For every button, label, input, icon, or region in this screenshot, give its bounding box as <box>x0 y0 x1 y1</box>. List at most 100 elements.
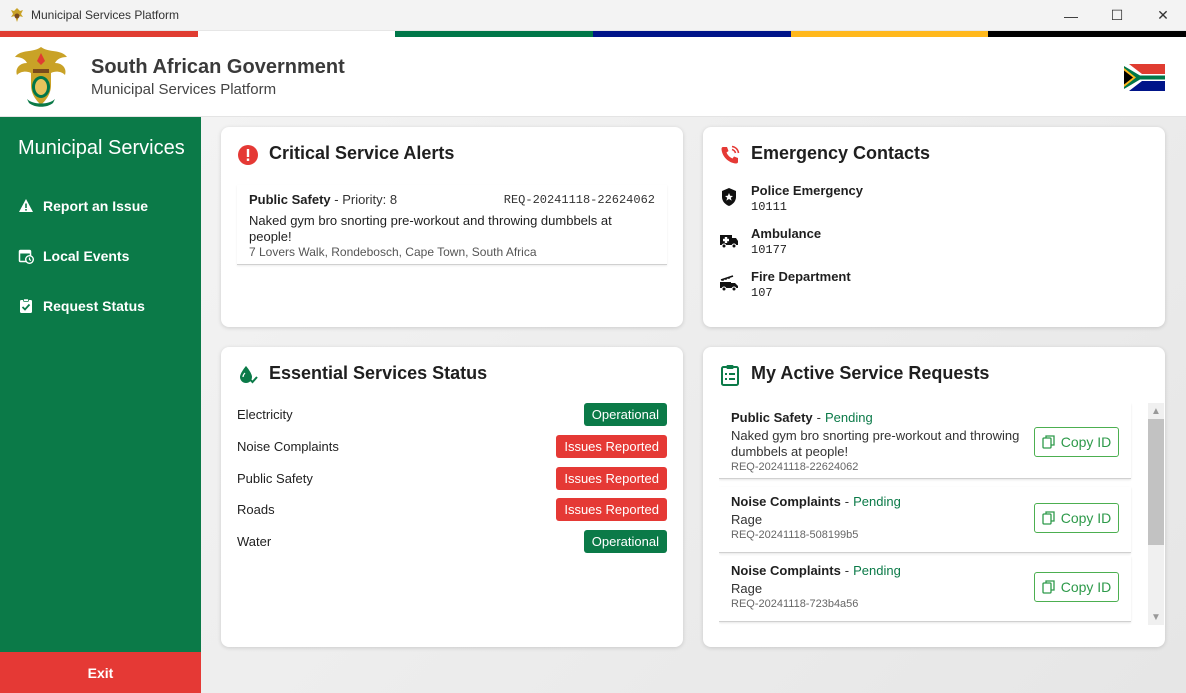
emergency-contacts-card: Emergency Contacts Police Emergency 1011… <box>703 127 1165 327</box>
copy-icon <box>1042 511 1055 525</box>
request-description: Naked gym bro snorting pre-workout and t… <box>731 428 1020 459</box>
window-titlebar: Municipal Services Platform — ☐ ✕ <box>0 0 1186 31</box>
close-button[interactable]: ✕ <box>1140 0 1186 31</box>
request-item[interactable]: Noise Complaints - Pending Rage REQ-202411… <box>719 487 1131 553</box>
status-badge: Issues Reported <box>556 467 667 490</box>
alert-description: Naked gym bro snorting pre-workout and t… <box>249 213 612 244</box>
alert-item[interactable]: Public Safety - Priority: 8 REQ-20241118… <box>237 185 667 265</box>
service-name: Water <box>237 534 272 549</box>
contact-ambulance[interactable]: Ambulance 10177 <box>719 226 1149 262</box>
request-item[interactable]: Noise Complaints - Pending Rage REQ-202411… <box>719 556 1131 622</box>
request-separator: - <box>816 410 821 425</box>
request-status: Pending <box>824 410 873 425</box>
copy-id-button[interactable]: Copy ID <box>1034 572 1119 602</box>
service-name: Electricity <box>237 407 293 422</box>
card-title: Critical Service Alerts <box>269 143 455 163</box>
sidebar-title: Municipal Services <box>18 137 185 159</box>
sidebar-item-label: Report an Issue <box>43 198 149 214</box>
window-title: Municipal Services Platform <box>31 8 180 22</box>
exit-button[interactable]: Exit <box>0 652 201 693</box>
copy-id-label: Copy ID <box>1060 434 1112 450</box>
request-category: Public Safety <box>731 410 813 425</box>
service-name: Roads <box>237 502 275 517</box>
sidebar-item-label: Local Events <box>43 248 130 264</box>
card-title: My Active Service Requests <box>751 363 990 383</box>
services-status-card: Essential Services Status Electricity Op… <box>221 347 683 647</box>
phone-call-icon <box>721 145 740 164</box>
sidebar: Municipal Services Report an Issue Local… <box>0 117 201 693</box>
sidebar-item-local-events[interactable]: Local Events <box>0 238 201 274</box>
sidebar-item-label: Request Status <box>43 298 145 314</box>
sidebar-item-report-issue[interactable]: Report an Issue <box>0 188 201 224</box>
status-badge: Issues Reported <box>556 435 667 458</box>
warning-icon <box>19 199 33 212</box>
service-row-roads: Roads Issues Reported <box>237 498 667 522</box>
calendar-clock-icon <box>18 249 34 264</box>
status-badge: Operational <box>583 530 667 553</box>
alert-priority: - Priority: 8 <box>330 192 398 207</box>
sidebar-item-request-status[interactable]: Request Status <box>0 288 201 324</box>
copy-id-label: Copy ID <box>1060 510 1112 526</box>
request-category: Noise Complaints <box>731 494 841 509</box>
service-row-public-safety: Public Safety Issues Reported <box>237 467 667 491</box>
minimize-button[interactable]: — <box>1048 0 1094 31</box>
coat-of-arms-icon <box>11 8 23 22</box>
copy-icon <box>1042 580 1055 594</box>
critical-alerts-card: Critical Service Alerts Public Safety - … <box>221 127 683 327</box>
card-title: Essential Services Status <box>269 363 488 383</box>
clipboard-check-icon <box>20 298 32 313</box>
request-status: Pending <box>853 494 901 509</box>
contact-number: 10177 <box>751 243 788 257</box>
clipboard-list-icon <box>721 365 739 386</box>
request-item[interactable]: Public Safety - Pending Naked gym bro snor… <box>719 403 1131 479</box>
service-row-noise-complaints: Noise Complaints Issues Reported <box>237 435 667 459</box>
service-name: Noise Complaints <box>237 439 339 454</box>
contact-police[interactable]: Police Emergency 10111 <box>719 183 1149 219</box>
contact-number: 107 <box>751 286 773 300</box>
copy-id-button[interactable]: Copy ID <box>1034 503 1119 533</box>
contact-fire-department[interactable]: Fire Department 107 <box>719 269 1149 305</box>
water-drop-check-icon <box>240 366 258 384</box>
copy-icon <box>1042 435 1055 449</box>
contact-number: 10111 <box>751 200 788 214</box>
window-controls: — ☐ ✕ <box>1048 0 1186 31</box>
card-title: Emergency Contacts <box>751 143 931 163</box>
service-name: Public Safety <box>237 471 313 486</box>
copy-id-label: Copy ID <box>1060 579 1112 595</box>
request-status: Pending <box>853 563 901 578</box>
scrollbar-thumb[interactable] <box>1148 419 1164 545</box>
south-african-flag-icon <box>1124 64 1165 91</box>
requests-scrollbar[interactable]: ▲ ▼ <box>1148 403 1164 625</box>
service-row-water: Water Operational <box>237 530 667 554</box>
government-title: South African Government <box>91 56 345 78</box>
requests-list[interactable]: Public Safety - Pending Naked gym bro snor… <box>719 403 1164 625</box>
alert-address: 7 Lovers Walk, Rondebosch, Cape Town, So… <box>249 245 537 259</box>
contact-name: Police Emergency <box>751 183 863 198</box>
request-description: Rage <box>731 581 763 596</box>
police-badge-icon <box>722 188 736 206</box>
main-content: Critical Service Alerts Public Safety - … <box>201 117 1186 693</box>
request-description: Rage <box>731 512 763 527</box>
alert-circle-icon <box>238 145 258 165</box>
copy-id-button[interactable]: Copy ID <box>1034 427 1119 457</box>
service-row-electricity: Electricity Operational <box>237 403 667 427</box>
fire-truck-icon <box>720 275 738 292</box>
contact-name: Ambulance <box>751 226 822 241</box>
ambulance-icon <box>720 235 738 249</box>
status-badge: Issues Reported <box>556 498 667 521</box>
request-separator: - <box>844 494 850 509</box>
coat-of-arms-logo <box>15 47 67 107</box>
request-id: REQ-20241118-22624062 <box>731 461 859 473</box>
alert-request-id: REQ-20241118-22624062 <box>503 193 655 207</box>
maximize-button[interactable]: ☐ <box>1094 0 1140 31</box>
active-requests-card: My Active Service Requests Public Safety… <box>703 347 1165 647</box>
scroll-down-arrow-icon[interactable]: ▼ <box>1148 609 1164 625</box>
app-header: South African Government Municipal Servi… <box>0 37 1186 117</box>
request-category: Noise Complaints <box>731 563 841 578</box>
scroll-up-arrow-icon[interactable]: ▲ <box>1148 403 1164 419</box>
platform-subtitle: Municipal Services Platform <box>91 81 277 98</box>
alert-category: Public Safety <box>249 192 331 207</box>
contact-name: Fire Department <box>751 269 851 284</box>
status-badge: Operational <box>583 403 667 426</box>
request-separator: - <box>844 563 850 578</box>
